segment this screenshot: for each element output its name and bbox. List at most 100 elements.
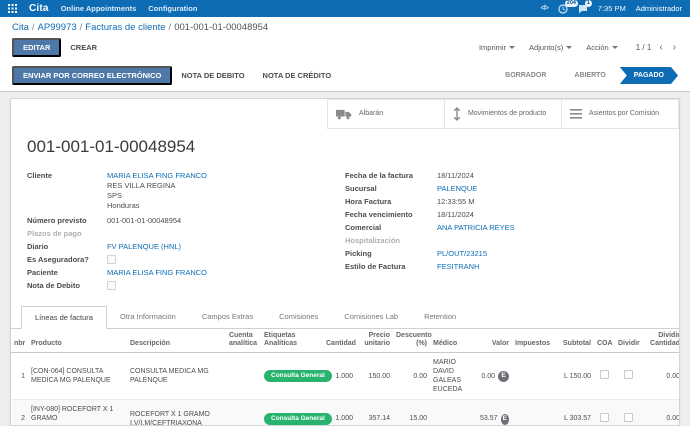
picking-link[interactable]: PL/OUT/23215 (437, 249, 487, 258)
print-menu[interactable]: Imprimir (479, 43, 515, 52)
delivery-smart-button[interactable]: Albarán (327, 99, 445, 129)
tab-lineas-de-factura[interactable]: Líneas de factura (21, 306, 107, 329)
tab-comisiones-lab[interactable]: Comisiones Lab (331, 306, 411, 328)
col-subtotal[interactable]: Subtotal (549, 329, 594, 353)
col-impuestos[interactable]: Impuestos (512, 329, 549, 353)
breadcrumb-cita[interactable]: Cita (12, 22, 29, 33)
field-label: Comercial (345, 223, 437, 232)
field-label: Hospitalización (345, 236, 437, 245)
col-precio-unitario[interactable]: Precio unitario (356, 329, 393, 353)
col-cuenta-analitica[interactable]: Cuenta analítica (226, 329, 261, 353)
estilo-factura-link[interactable]: FESITRANH (437, 262, 480, 271)
debit-note-button[interactable]: NOTA DE DEBITO (172, 68, 253, 83)
smart-button-label: Asientos por Comisión (589, 110, 659, 119)
fields-right-column: Fecha de la factura 18/11/2024 Sucursal … (345, 171, 663, 294)
breadcrumb-current: 001-001-01-00048954 (174, 22, 268, 33)
col-cantidad[interactable]: Cantidad (323, 329, 356, 353)
credit-note-button[interactable]: NOTA DE CRÉDITO (254, 68, 341, 83)
cell-cuenta (226, 353, 261, 400)
pager-previous-icon[interactable]: ‹ (657, 44, 664, 52)
user-menu[interactable]: Administrador (636, 4, 682, 13)
field-label: Plazos de pago (27, 229, 107, 238)
apps-grid-icon[interactable] (8, 4, 17, 13)
coa-checkbox[interactable] (600, 370, 609, 379)
status-pipeline: BORRADOR ABIERTO PAGADO (491, 67, 678, 84)
action-menu[interactable]: Acción (586, 43, 618, 52)
activities-icon[interactable]: 204 (558, 4, 568, 14)
nav-configuration[interactable]: Configuration (148, 4, 197, 13)
dividir-checkbox[interactable] (624, 370, 633, 379)
field-value: 18/11/2024 (437, 171, 474, 180)
action-menus: Imprimir Adjunto(s) Acción (479, 43, 618, 52)
breadcrumb: Cita/AP99973/Facturas de cliente/001-001… (12, 22, 678, 33)
cell-subtotal: L 150.00 (549, 353, 594, 400)
invoice-form-sheet: Albarán Movimientos de producto Asientos… (10, 98, 680, 426)
col-dividir-cantidad[interactable]: Dividir Cantidad (642, 329, 680, 353)
nota-debito-checkbox[interactable] (107, 281, 116, 290)
col-dividir[interactable]: Dividir (615, 329, 642, 353)
commission-entries-smart-button[interactable]: Asientos por Comisión (561, 99, 679, 129)
cliente-link[interactable]: MARIA ELISA FING FRANCO (107, 171, 207, 181)
col-descuento[interactable]: Descuento (%) (393, 329, 430, 353)
col-producto[interactable]: Producto (28, 329, 127, 353)
breadcrumb-separator: / (29, 22, 38, 33)
field-label: Paciente (27, 268, 107, 277)
coa-checkbox[interactable] (600, 413, 609, 422)
field-label: Fecha vencimiento (345, 210, 437, 219)
col-descripcion[interactable]: Descripción (127, 329, 226, 353)
create-button[interactable]: CREAR (61, 40, 106, 55)
cell-nbr: 2 (11, 400, 28, 426)
invoice-line-row[interactable]: 2 [INY-080] ROCEFORT X 1 GRAMO I.V/I.M/C… (11, 400, 680, 426)
sucursal-link[interactable]: PALENQUE (437, 184, 477, 193)
product-moves-smart-button[interactable]: Movimientos de producto (444, 99, 562, 129)
tab-otra-informacion[interactable]: Otra Información (107, 306, 189, 328)
clock-time: 7:35 PM (598, 4, 626, 13)
col-valor[interactable]: Valor (477, 329, 512, 353)
cliente-address-line: RES VILLA REGINA (107, 181, 207, 191)
cell-coa (594, 400, 615, 426)
analytic-tag: Consulta General (264, 370, 332, 382)
tax-badge: E (498, 371, 509, 382)
field-label: Nota de Debito (27, 281, 107, 290)
comercial-link[interactable]: ANA PATRICIA REYES (437, 223, 515, 232)
field-paciente: Paciente MARIA ELISA FING FRANCO (27, 268, 345, 277)
field-comercial: Comercial ANA PATRICIA REYES (345, 223, 663, 232)
paciente-link[interactable]: MARIA ELISA FING FRANCO (107, 268, 207, 277)
messages-icon[interactable]: 1 (578, 4, 588, 14)
edit-button[interactable]: EDITAR (12, 38, 61, 57)
status-pagado[interactable]: PAGADO (620, 67, 678, 84)
field-value: 12:33:55 M (437, 197, 475, 206)
tab-retention[interactable]: Retention (411, 306, 469, 328)
developer-mode-icon[interactable]: </> (541, 5, 548, 12)
nav-online-appointments[interactable]: Online Appointments (61, 4, 137, 13)
aseguradora-checkbox[interactable] (107, 255, 116, 264)
breadcrumb-separator: / (166, 22, 175, 33)
diario-link[interactable]: FV PALENQUE (HNL) (107, 242, 181, 251)
messages-badge: 1 (585, 0, 592, 7)
field-label: Es Aseguradora? (27, 255, 107, 264)
tab-campos-extras[interactable]: Campos Extras (189, 306, 266, 328)
status-borrador[interactable]: BORRADOR (491, 67, 560, 84)
pager-next-icon[interactable]: › (671, 44, 678, 52)
field-hospitalizacion: Hospitalización (345, 236, 663, 245)
col-nbr[interactable]: nbr (11, 329, 28, 353)
breadcrumb-facturas[interactable]: Facturas de cliente (85, 22, 165, 33)
cell-dividir-cantidad: 0.00 (642, 400, 680, 426)
cell-medico: MARIO DAVID GALEAS EUCEDA (430, 353, 477, 400)
cell-dividir-cantidad: 0.00 (642, 353, 680, 400)
tax-badge: E (501, 414, 509, 425)
tab-comisiones[interactable]: Comisiones (266, 306, 331, 328)
app-brand[interactable]: Cita (29, 3, 49, 14)
col-medico[interactable]: Médico (430, 329, 477, 353)
send-email-button[interactable]: ENVIAR POR CORREO ELECTRÓNICO (12, 66, 172, 85)
form-fields: Cliente MARIA ELISA FING FRANCO RES VILL… (11, 171, 679, 294)
breadcrumb-ap[interactable]: AP99973 (38, 22, 77, 33)
attachments-menu[interactable]: Adjunto(s) (529, 43, 572, 52)
invoice-line-row[interactable]: 1 [CON-064] CONSULTA MEDICA MG PALENQUE … (11, 353, 680, 400)
dividir-checkbox[interactable] (624, 413, 633, 422)
smart-buttons: Albarán Movimientos de producto Asientos… (11, 99, 679, 129)
status-abierto[interactable]: ABIERTO (560, 67, 619, 84)
col-etiquetas-analiticas[interactable]: Etiquetas Analíticas (261, 329, 323, 353)
col-coa[interactable]: COA (594, 329, 615, 353)
field-label: Estilo de Factura (345, 262, 437, 271)
